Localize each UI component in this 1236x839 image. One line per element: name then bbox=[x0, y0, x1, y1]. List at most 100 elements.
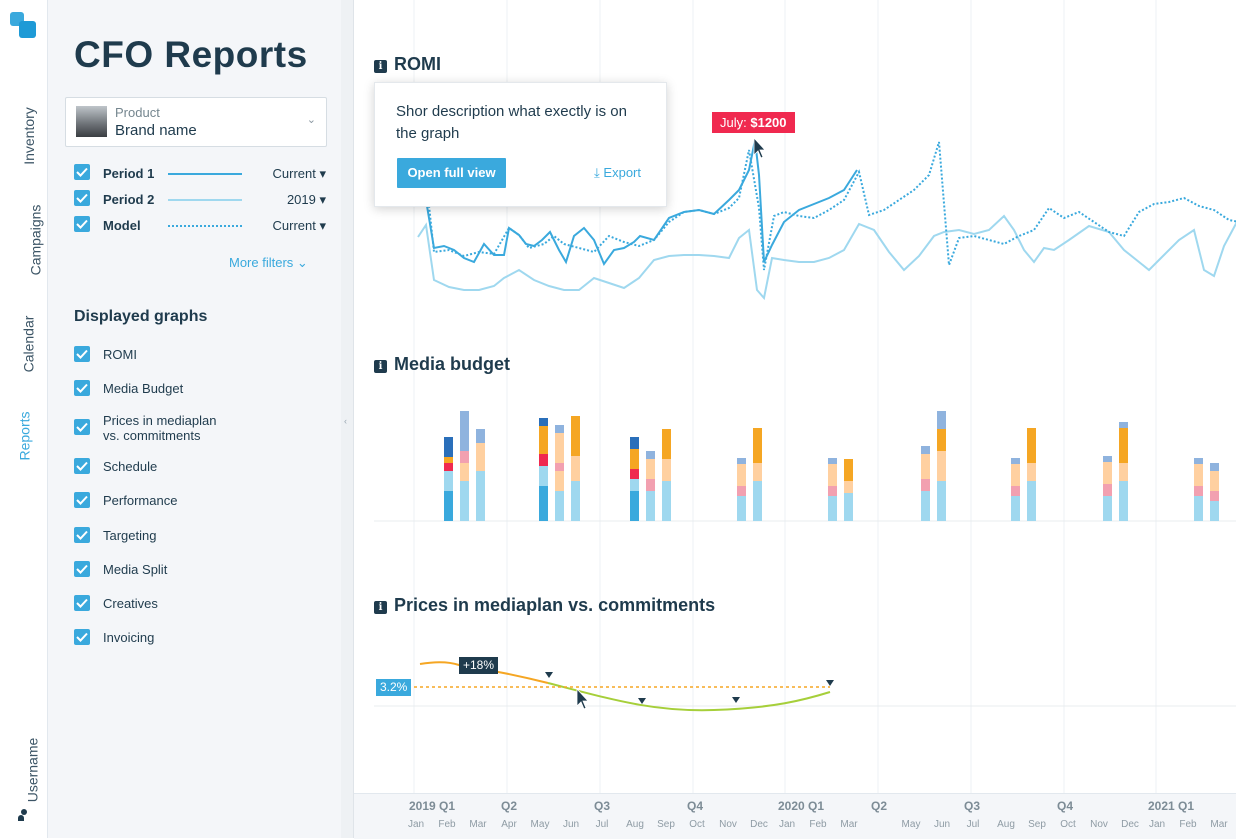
month-label: Oct bbox=[689, 819, 705, 830]
export-link[interactable]: ⤓ Export bbox=[594, 165, 641, 181]
budget-bar-segment bbox=[844, 493, 853, 521]
month-label: May bbox=[530, 819, 550, 830]
month-label: Jul bbox=[966, 819, 980, 830]
nav-campaigns[interactable]: Campaigns bbox=[0, 205, 47, 276]
graph-option-label: Invoicing bbox=[103, 630, 155, 645]
budget-bar-segment bbox=[555, 471, 564, 491]
budget-bar-segment bbox=[662, 459, 671, 481]
budget-bar-segment bbox=[460, 463, 469, 481]
month-label: Aug bbox=[626, 819, 644, 830]
graph-checkbox[interactable] bbox=[74, 346, 90, 362]
budget-bar-segment bbox=[476, 443, 485, 471]
timeline-axis[interactable]: 2019 Q1 Q2 Q3 Q4 2020 Q1 Q2 Q3 Q4 2021 Q… bbox=[354, 793, 1236, 839]
budget-bar-segment bbox=[539, 466, 548, 486]
budget-bar-segment bbox=[630, 479, 639, 491]
budget-bar-segment bbox=[753, 428, 762, 463]
month-label: Oct bbox=[1060, 819, 1076, 830]
month-label: Sep bbox=[657, 819, 675, 830]
displayed-graphs-heading: Displayed graphs bbox=[74, 308, 208, 325]
product-thumbnail bbox=[76, 106, 107, 137]
nav-reports[interactable]: Reports bbox=[0, 411, 47, 460]
budget-bar-segment bbox=[828, 464, 837, 486]
period-row-1[interactable]: Period 1 Current ▾ bbox=[74, 164, 326, 184]
info-icon[interactable]: i bbox=[374, 360, 387, 373]
month-label: Feb bbox=[438, 819, 456, 830]
media-budget-section-title: i Media budget bbox=[374, 354, 510, 375]
budget-bar-segment bbox=[921, 491, 930, 521]
period-1-select[interactable]: Current ▾ bbox=[273, 166, 327, 182]
product-select[interactable]: Product Brand name ⌄ bbox=[65, 97, 327, 147]
period-row-2[interactable]: Period 2 2019 ▾ bbox=[74, 190, 326, 210]
nav-inventory[interactable]: Inventory bbox=[0, 107, 47, 165]
graph-option-label: ROMI bbox=[103, 347, 137, 362]
nav-calendar[interactable]: Calendar bbox=[0, 316, 47, 373]
quarter-label: Q3 bbox=[594, 799, 611, 813]
month-label: Jun bbox=[933, 819, 951, 830]
app-logo-icon[interactable] bbox=[10, 12, 38, 40]
model-name: Model bbox=[103, 218, 141, 233]
budget-bar-segment bbox=[630, 469, 639, 479]
graph-option-label: Media Budget bbox=[103, 381, 184, 396]
app-rail: Inventory Campaigns Calendar Reports Use… bbox=[0, 0, 48, 838]
graph-checkbox[interactable] bbox=[74, 629, 90, 645]
period-2-select[interactable]: 2019 ▾ bbox=[287, 192, 326, 208]
budget-bar-segment bbox=[662, 429, 671, 459]
month-label: Jul bbox=[595, 819, 609, 830]
budget-bar-segment bbox=[1011, 496, 1020, 521]
model-checkbox[interactable] bbox=[74, 216, 90, 232]
budget-bar-segment bbox=[1194, 464, 1203, 486]
graph-checkbox[interactable] bbox=[74, 492, 90, 508]
budget-bar-segment bbox=[539, 486, 548, 521]
reports-main: i ROMI Shor description what exectly is o… bbox=[354, 0, 1236, 839]
budget-bar-segment bbox=[539, 426, 548, 454]
budget-bar-segment bbox=[444, 491, 453, 521]
budget-bar-segment bbox=[444, 463, 453, 471]
budget-bar-segment bbox=[1011, 464, 1020, 486]
model-select[interactable]: Current ▾ bbox=[273, 218, 327, 234]
graph-option-label: Creatives bbox=[103, 596, 158, 611]
budget-bar-segment bbox=[737, 458, 746, 464]
graph-checkbox[interactable] bbox=[74, 419, 90, 435]
open-full-view-button[interactable]: Open full view bbox=[397, 158, 506, 188]
price-arrow-marker bbox=[732, 697, 740, 703]
budget-bar-segment bbox=[1011, 458, 1020, 464]
graph-option-label: Performance bbox=[103, 493, 178, 508]
sidebar-collapse-handle[interactable]: ‹ bbox=[341, 0, 354, 838]
month-label: Feb bbox=[809, 819, 827, 830]
info-icon[interactable]: i bbox=[374, 601, 387, 614]
model-row[interactable]: Model Current ▾ bbox=[74, 216, 326, 236]
budget-bar-segment bbox=[571, 456, 580, 481]
budget-bar-segment bbox=[921, 479, 930, 491]
month-label: Mar bbox=[469, 819, 487, 830]
graph-checkbox[interactable] bbox=[74, 458, 90, 474]
budget-bar-segment bbox=[1103, 484, 1112, 496]
price-arrow-marker bbox=[826, 680, 834, 686]
budget-bar-segment bbox=[1119, 481, 1128, 521]
nav-username[interactable]: Username bbox=[0, 738, 47, 803]
budget-bar-segment bbox=[460, 411, 469, 451]
quarter-label: Q4 bbox=[1057, 799, 1074, 813]
period-1-name: Period 1 bbox=[103, 166, 155, 181]
graph-checkbox[interactable] bbox=[74, 380, 90, 396]
user-icon[interactable] bbox=[18, 809, 28, 821]
budget-bar-segment bbox=[753, 463, 762, 481]
graph-option-label: Schedule bbox=[103, 459, 158, 474]
budget-bar-segment bbox=[844, 481, 853, 493]
period-1-checkbox[interactable] bbox=[74, 164, 90, 180]
month-label: Dec bbox=[750, 819, 768, 830]
month-label: Jan bbox=[407, 819, 425, 830]
quarter-label: 2019 Q1 bbox=[409, 799, 456, 813]
budget-bar-segment bbox=[1119, 428, 1128, 463]
month-label: Nov bbox=[1090, 819, 1108, 830]
more-filters-link[interactable]: More filters ⌄ bbox=[229, 255, 308, 271]
graph-checkbox[interactable] bbox=[74, 595, 90, 611]
period-2-checkbox[interactable] bbox=[74, 190, 90, 206]
budget-bar-segment bbox=[662, 481, 671, 521]
graph-checkbox[interactable] bbox=[74, 527, 90, 543]
graph-checkbox[interactable] bbox=[74, 561, 90, 577]
budget-bar-segment bbox=[460, 481, 469, 521]
budget-bar-segment bbox=[539, 418, 548, 426]
budget-bar-segment bbox=[1103, 496, 1112, 521]
quarter-label: Q2 bbox=[501, 799, 518, 813]
info-icon[interactable]: i bbox=[374, 60, 387, 73]
